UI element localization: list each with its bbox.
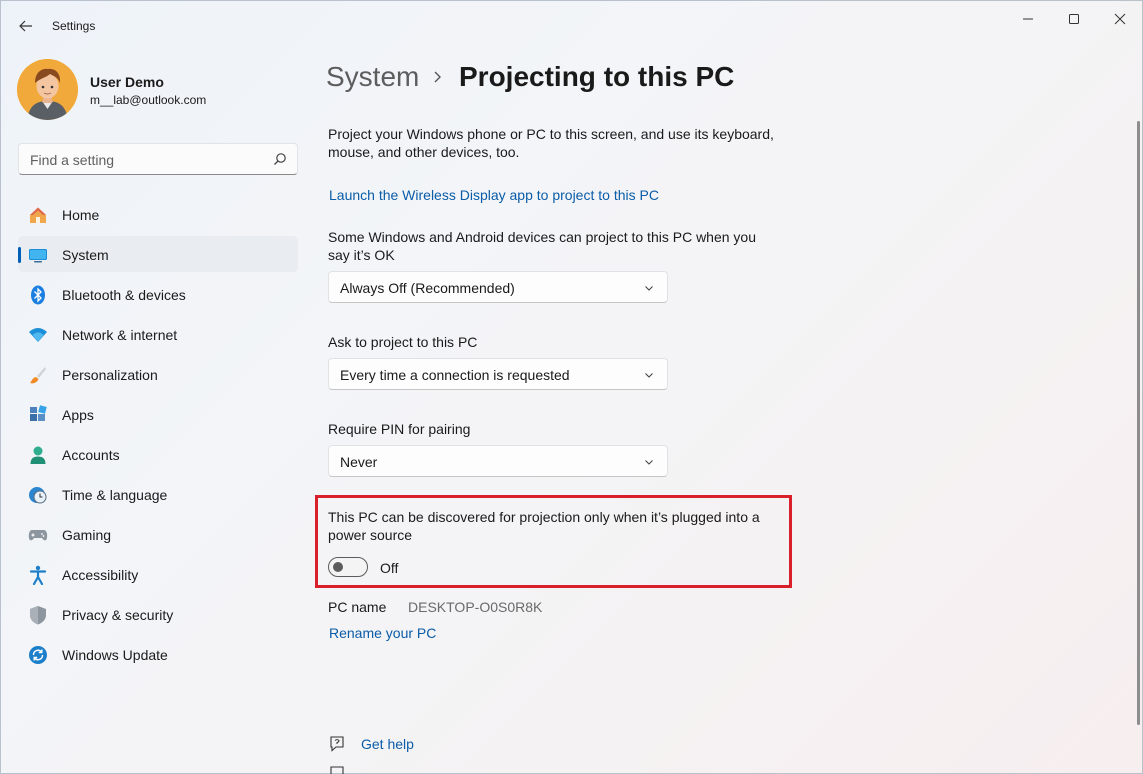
sidebar-item-gaming[interactable]: Gaming [18, 516, 298, 552]
get-help-link[interactable]: Get help [361, 736, 414, 752]
rename-pc-link[interactable]: Rename your PC [329, 625, 436, 641]
scrollbar[interactable] [1137, 121, 1140, 725]
toggle-state-label: Off [380, 560, 399, 576]
dropdown-value: Always Off (Recommended) [340, 280, 515, 296]
update-icon [28, 645, 48, 665]
sidebar-item-label: Network & internet [62, 327, 178, 343]
sidebar-item-bluetooth[interactable]: Bluetooth & devices [18, 276, 298, 312]
sidebar-nav: Home System Bluetooth & devices Network … [18, 196, 298, 676]
bluetooth-icon [28, 285, 48, 305]
sidebar-item-accessibility[interactable]: Accessibility [18, 556, 298, 592]
user-avatar-icon [17, 59, 78, 120]
pin-label: Require PIN for pairing [328, 421, 471, 437]
sidebar-item-label: Accessibility [62, 567, 139, 583]
back-button[interactable] [13, 13, 39, 39]
sidebar-item-home[interactable]: Home [18, 196, 298, 232]
launch-wireless-display-link[interactable]: Launch the Wireless Display app to proje… [329, 187, 659, 203]
sidebar-item-accounts[interactable]: Accounts [18, 436, 298, 472]
system-icon [28, 245, 48, 265]
sidebar-item-label: Gaming [62, 527, 112, 543]
sidebar-item-label: Windows Update [62, 647, 168, 663]
power-toggle-label: This PC can be discovered for projection… [328, 509, 760, 543]
sidebar-item-personalization[interactable]: Personalization [18, 356, 298, 392]
avatar [17, 59, 78, 120]
feedback-icon [330, 766, 344, 774]
minimize-icon [1023, 18, 1033, 20]
close-icon [1114, 13, 1126, 25]
brush-icon [28, 365, 48, 385]
gamepad-icon [28, 525, 48, 545]
sidebar-item-label: Time & language [62, 487, 168, 503]
accessibility-icon [28, 565, 48, 585]
chevron-down-icon [645, 373, 653, 378]
ask-label: Ask to project to this PC [328, 334, 478, 350]
sidebar-item-label: Personalization [62, 367, 158, 383]
clock-globe-icon [28, 485, 48, 505]
give-feedback-row[interactable] [328, 765, 468, 774]
pc-name-label: PC name [328, 599, 387, 615]
sidebar-item-label: Apps [62, 407, 94, 423]
wifi-icon [28, 325, 48, 345]
sidebar-item-label: System [62, 247, 109, 263]
sidebar-item-label: Privacy & security [62, 607, 174, 623]
sidebar-item-apps[interactable]: Apps [18, 396, 298, 432]
user-name: User Demo [90, 74, 164, 90]
home-icon [28, 205, 48, 225]
search-icon [274, 153, 286, 165]
sidebar-item-windows-update[interactable]: Windows Update [18, 636, 298, 672]
chevron-right-icon [434, 71, 441, 83]
dropdown-value: Every time a connection is requested [340, 367, 570, 383]
chevron-down-icon [645, 286, 653, 291]
pc-name-value: DESKTOP-O0S0R8K [408, 599, 543, 615]
toggle-knob [333, 562, 343, 572]
power-source-toggle[interactable] [328, 557, 368, 577]
ask-dropdown[interactable]: Every time a connection is requested [328, 358, 668, 390]
minimize-button[interactable] [1005, 5, 1051, 33]
person-icon [28, 445, 48, 465]
search-placeholder: Find a setting [30, 152, 115, 168]
help-chat-icon [330, 736, 344, 752]
maximize-icon [1069, 14, 1079, 24]
maximize-button[interactable] [1051, 5, 1097, 33]
breadcrumb-parent[interactable]: System [326, 61, 419, 93]
sidebar-item-network[interactable]: Network & internet [18, 316, 298, 352]
user-email: m__lab@outlook.com [90, 93, 207, 107]
sidebar-item-label: Accounts [62, 447, 120, 463]
app-title: Settings [52, 19, 96, 33]
sidebar-item-system[interactable]: System [18, 236, 298, 272]
chevron-down-icon [645, 460, 653, 465]
page-description: Project your Windows phone or PC to this… [328, 126, 774, 160]
availability-label: Some Windows and Android devices can pro… [328, 229, 757, 263]
apps-icon [28, 405, 48, 425]
sidebar-item-time-language[interactable]: Time & language [18, 476, 298, 512]
dropdown-value: Never [340, 454, 378, 470]
search-input[interactable]: Find a setting [18, 143, 298, 175]
pin-dropdown[interactable]: Never [328, 445, 668, 477]
shield-icon [28, 605, 48, 625]
page-title: Projecting to this PC [459, 61, 735, 92]
back-arrow-icon [19, 20, 32, 32]
sidebar-item-label: Home [62, 207, 100, 223]
sidebar-item-privacy[interactable]: Privacy & security [18, 596, 298, 632]
sidebar-item-label: Bluetooth & devices [62, 287, 186, 303]
title-bar: Settings [1, 1, 1142, 49]
settings-window: Settings User Demo m__lab@outlook.com Fi… [0, 0, 1143, 774]
close-button[interactable] [1097, 5, 1143, 33]
availability-dropdown[interactable]: Always Off (Recommended) [328, 271, 668, 303]
